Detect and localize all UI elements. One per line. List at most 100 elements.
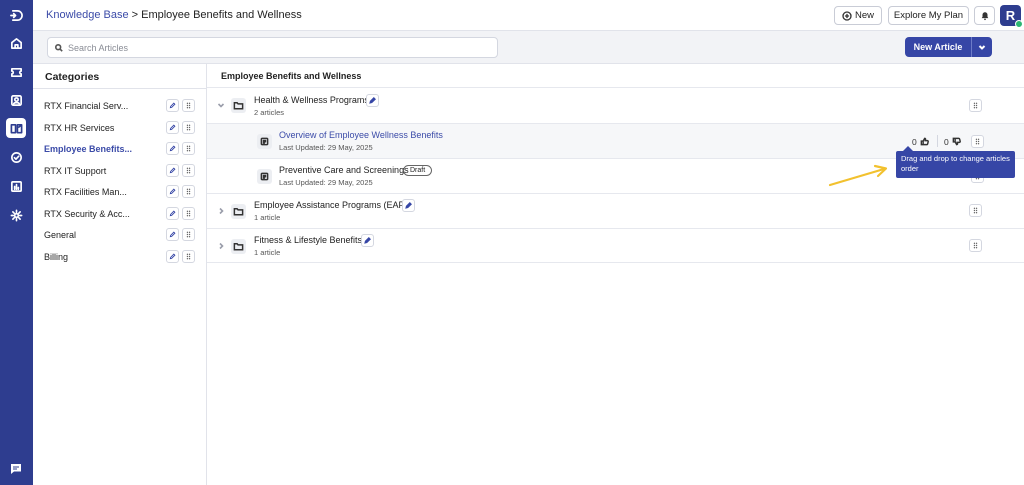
thumbs-up-icon xyxy=(920,137,929,146)
folder-row[interactable]: Fitness & Lifestyle Benefits 1 article xyxy=(207,228,1024,263)
edit-icon xyxy=(169,145,176,152)
drag-tooltip: Drag and drop to change articles order xyxy=(896,146,1015,178)
category-drag-handle[interactable] xyxy=(182,228,195,241)
drag-handle-icon xyxy=(186,124,191,131)
category-item[interactable]: RTX Facilities Man... xyxy=(33,181,206,202)
category-edit-button[interactable] xyxy=(166,99,179,112)
folder-title[interactable]: Employee Assistance Programs (EAP) xyxy=(254,200,408,210)
folder-edit-button[interactable] xyxy=(402,199,415,212)
notifications-button[interactable] xyxy=(974,6,995,25)
folder-drag-handle[interactable] xyxy=(969,99,982,112)
drag-handle-icon xyxy=(186,145,191,152)
category-item[interactable]: RTX IT Support xyxy=(33,160,206,181)
chevron-right-icon[interactable] xyxy=(217,207,225,215)
category-drag-handle[interactable] xyxy=(182,121,195,134)
category-item[interactable]: Billing xyxy=(33,246,206,267)
article-last-updated: Last Updated: 29 May, 2025 xyxy=(279,178,373,187)
new-button[interactable]: New xyxy=(834,6,882,25)
dislike-count: 0 xyxy=(944,136,949,147)
drag-handle-icon xyxy=(973,207,978,214)
category-edit-button[interactable] xyxy=(166,207,179,220)
search-input[interactable] xyxy=(68,42,488,53)
category-label: Employee Benefits... xyxy=(44,144,133,154)
drag-handle-icon xyxy=(186,188,191,195)
category-item[interactable]: General xyxy=(33,224,206,245)
category-heading: Employee Benefits and Wellness xyxy=(221,71,362,81)
document-icon xyxy=(257,134,272,149)
plus-circle-icon xyxy=(842,10,852,21)
check-circle-icon[interactable] xyxy=(6,147,26,167)
category-drag-handle[interactable] xyxy=(182,207,195,220)
folder-row[interactable]: Employee Assistance Programs (EAP) 1 art… xyxy=(207,193,1024,228)
drag-handle-icon xyxy=(973,242,978,249)
knowledge-base-icon[interactable] xyxy=(6,118,26,138)
bell-icon xyxy=(981,11,988,20)
chevron-down-icon[interactable] xyxy=(217,101,225,109)
explore-my-plan-label: Explore My Plan xyxy=(893,10,964,21)
article-title[interactable]: Preventive Care and Screenings xyxy=(279,165,409,175)
folder-drag-handle[interactable] xyxy=(969,204,982,217)
edit-icon xyxy=(169,102,176,109)
drag-handle-icon xyxy=(186,167,191,174)
breadcrumb-separator: > xyxy=(131,9,139,21)
category-label: RTX Security & Acc... xyxy=(44,209,130,219)
folder-title[interactable]: Health & Wellness Programs xyxy=(254,95,369,105)
drag-handle-icon xyxy=(975,138,980,145)
breadcrumb-link-knowledge-base[interactable]: Knowledge Base xyxy=(46,9,129,21)
ticket-icon[interactable] xyxy=(6,62,26,82)
dislike-button[interactable]: 0 xyxy=(944,135,961,148)
explore-my-plan-button[interactable]: Explore My Plan xyxy=(888,6,969,25)
category-label: RTX IT Support xyxy=(44,166,107,176)
avatar[interactable]: R xyxy=(1000,5,1023,28)
folder-edit-button[interactable] xyxy=(361,234,374,247)
home-icon[interactable] xyxy=(6,33,26,53)
category-item[interactable]: RTX HR Services xyxy=(33,117,206,138)
category-edit-button[interactable] xyxy=(166,228,179,241)
category-edit-button[interactable] xyxy=(166,142,179,155)
new-article-dropdown[interactable] xyxy=(972,37,992,57)
edit-icon xyxy=(169,188,176,195)
article-title[interactable]: Overview of Employee Wellness Benefits xyxy=(279,130,443,140)
category-edit-button[interactable] xyxy=(166,164,179,177)
category-item[interactable]: RTX Security & Acc... xyxy=(33,203,206,224)
new-article-split-button: New Article xyxy=(905,37,992,57)
new-article-button[interactable]: New Article xyxy=(905,37,972,57)
settings-icon[interactable] xyxy=(6,205,26,225)
category-label: RTX HR Services xyxy=(44,123,115,133)
folder-icon xyxy=(231,204,246,219)
breadcrumb-current: Employee Benefits and Wellness xyxy=(141,9,302,21)
folder-title[interactable]: Fitness & Lifestyle Benefits xyxy=(254,235,362,245)
chevron-right-icon[interactable] xyxy=(217,242,225,250)
folder-row[interactable]: Health & Wellness Programs 2 articles xyxy=(207,87,1024,123)
category-drag-handle[interactable] xyxy=(182,185,195,198)
logo-icon[interactable] xyxy=(6,5,26,25)
category-edit-button[interactable] xyxy=(166,250,179,263)
chevron-down-icon xyxy=(978,45,986,50)
reports-icon[interactable] xyxy=(6,176,26,196)
edit-icon xyxy=(169,210,176,217)
category-drag-handle[interactable] xyxy=(182,164,195,177)
folder-article-count: 1 article xyxy=(254,213,281,222)
folder-drag-handle[interactable] xyxy=(969,239,982,252)
contacts-icon[interactable] xyxy=(6,90,26,110)
category-edit-button[interactable] xyxy=(166,121,179,134)
edit-icon xyxy=(169,167,176,174)
search-icon xyxy=(55,43,63,52)
category-item[interactable]: Employee Benefits... xyxy=(33,138,206,159)
drag-handle-icon xyxy=(186,102,191,109)
category-label: General xyxy=(44,230,77,240)
category-label: Billing xyxy=(44,252,69,262)
category-item[interactable]: RTX Financial Serv... xyxy=(33,95,206,116)
category-drag-handle[interactable] xyxy=(182,99,195,112)
article-drag-handle[interactable] xyxy=(971,135,984,148)
edit-icon xyxy=(169,124,176,131)
like-button[interactable]: 0 xyxy=(912,135,929,148)
category-drag-handle[interactable] xyxy=(182,250,195,263)
drag-handle-icon xyxy=(186,231,191,238)
category-drag-handle[interactable] xyxy=(182,142,195,155)
pencil-icon xyxy=(364,237,371,244)
folder-icon xyxy=(231,239,246,254)
chat-icon[interactable] xyxy=(6,459,26,479)
folder-edit-button[interactable] xyxy=(366,94,379,107)
category-edit-button[interactable] xyxy=(166,185,179,198)
